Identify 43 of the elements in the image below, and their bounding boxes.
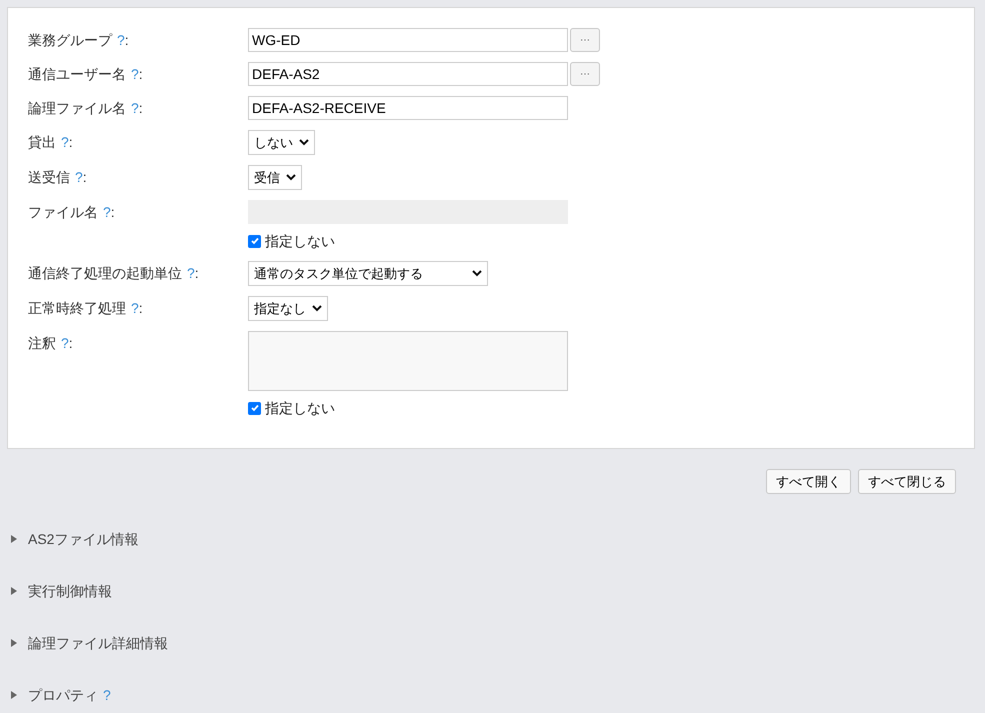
field-label: 通信ユーザー名 [28,65,126,84]
text-field[interactable]: DEFA-AS2 [248,62,568,86]
colon: : [68,334,73,353]
field-label: 業務グループ [28,31,112,50]
text-field[interactable]: WG-ED [248,28,568,52]
section-title[interactable]: AS2ファイル情報 [28,528,138,550]
dropdown[interactable]: 受信 [248,165,302,190]
dropdown[interactable]: しない [248,130,315,155]
section-title[interactable]: 実行制御情報 [28,580,112,602]
chevron-down-icon [299,139,309,146]
triangle-right-icon[interactable] [10,535,18,543]
field-label: 論理ファイル名 [28,99,126,118]
section-title[interactable]: 論理ファイル詳細情報 [28,632,168,654]
colon: : [68,133,73,152]
browse-button[interactable]: ⋯ [570,62,600,86]
colon: : [138,65,143,84]
field-label: ファイル名 [28,203,98,222]
colon: : [194,264,199,283]
field-label: 通信終了処理の起動単位 [28,264,182,283]
colon: : [110,203,115,222]
browse-button[interactable]: ⋯ [570,28,600,52]
expand-collapse-button[interactable]: すべて開く [766,469,851,494]
field-label: 注釈 [28,334,56,353]
checkbox-label: 指定しない [265,398,335,418]
triangle-right-icon[interactable] [10,587,18,595]
colon: : [138,99,143,118]
colon: : [138,299,143,318]
chevron-down-icon [472,270,482,277]
dropdown[interactable]: 通常のタスク単位で起動する [248,261,488,286]
colon: : [124,31,129,50]
checkbox-label: 指定しない [265,232,335,250]
dropdown[interactable]: 指定なし [248,296,328,321]
field-label: 貸出 [28,133,56,152]
field-label: 送受信 [28,168,70,187]
colon: : [82,168,87,187]
triangle-right-icon[interactable] [10,639,18,647]
field-label: 正常時終了処理 [28,299,126,318]
triangle-right-icon[interactable] [10,691,18,699]
expand-collapse-button[interactable]: すべて閉じる [858,469,956,494]
section-title[interactable]: プロパティ [28,684,98,706]
text-field[interactable]: DEFA-AS2-RECEIVE [248,96,568,120]
chevron-down-icon [286,174,296,181]
chevron-down-icon [312,305,322,312]
